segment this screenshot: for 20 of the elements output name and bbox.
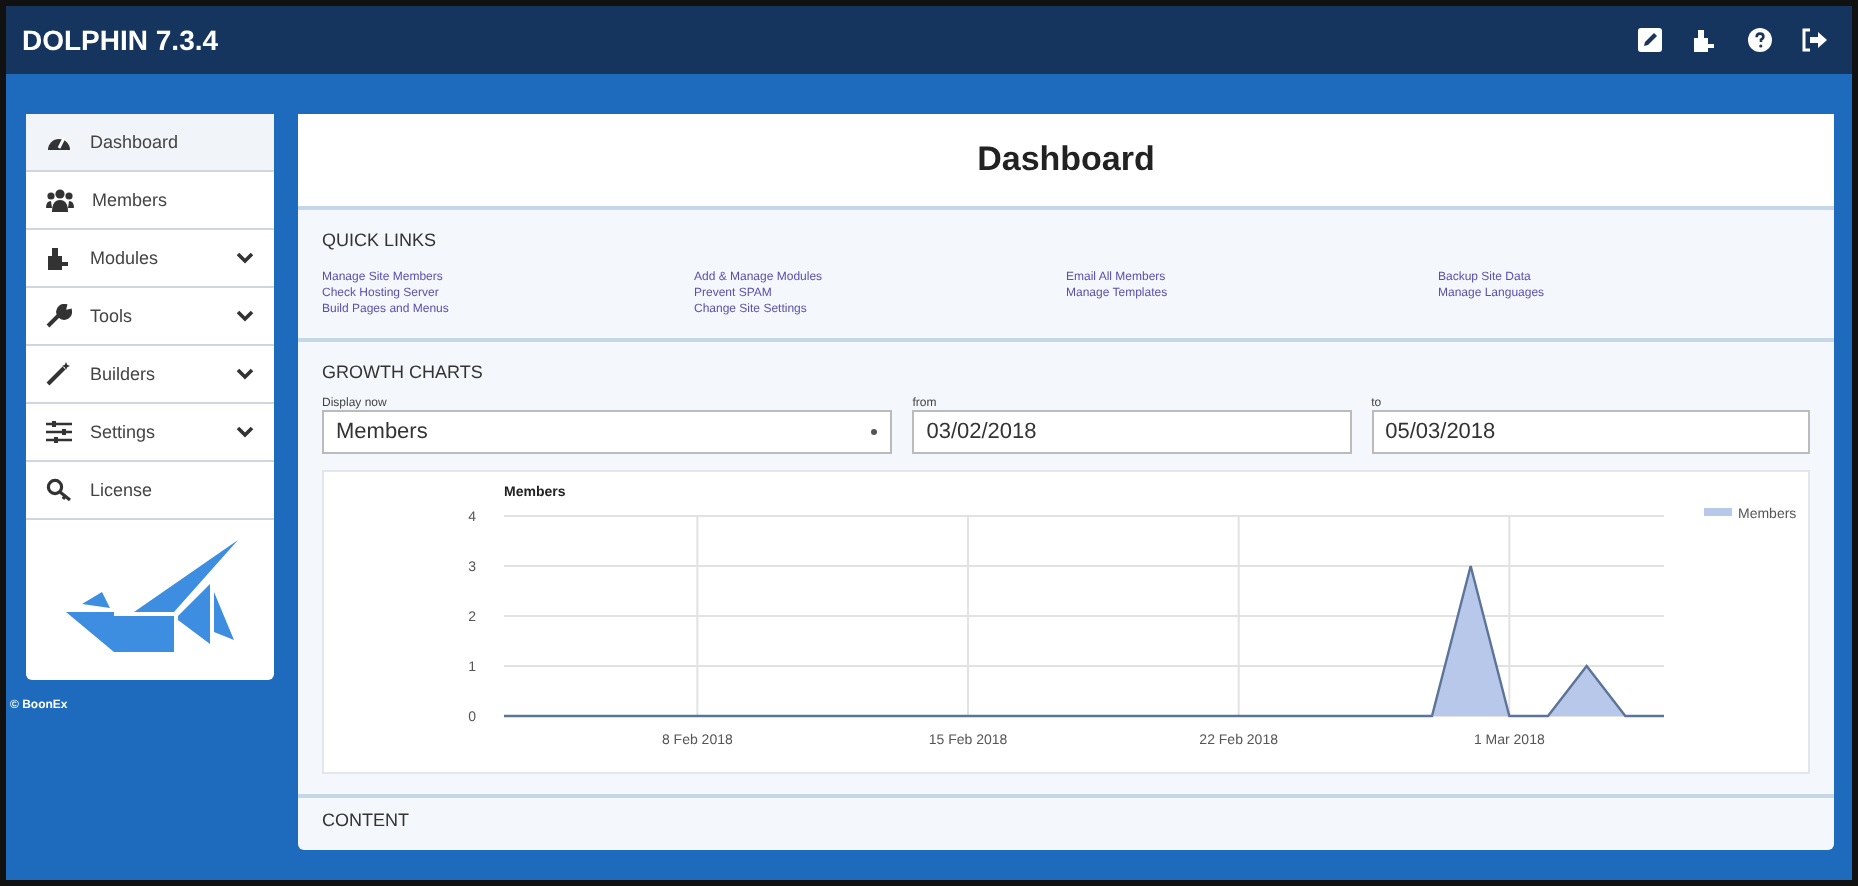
section-title: GROWTH CHARTS	[322, 362, 485, 382]
puzzle-icon[interactable]	[1692, 28, 1718, 52]
from-date-field[interactable]: 03/02/2018	[912, 410, 1352, 454]
legend-swatch	[1704, 508, 1732, 516]
edit-icon[interactable]	[1638, 28, 1662, 52]
sliders-icon	[46, 420, 72, 444]
wrench-icon	[46, 304, 72, 328]
key-search-icon	[46, 478, 72, 502]
app-title: DOLPHIN 7.3.4	[22, 24, 219, 56]
users-icon	[46, 188, 74, 212]
section-title: CONTENT	[322, 810, 411, 830]
page-title: Dashboard	[977, 140, 1155, 180]
logout-icon[interactable]	[1802, 28, 1828, 52]
sidebar-item[interactable]: Dashboard	[26, 114, 274, 172]
display-select[interactable]: Members	[322, 410, 893, 454]
section-title: QUICK LINKS	[322, 230, 439, 250]
to-date-field[interactable]: 05/03/2018	[1371, 410, 1810, 454]
help-icon[interactable]	[1748, 28, 1772, 52]
magic-wand-icon	[46, 362, 72, 386]
puzzle-icon	[46, 246, 72, 270]
